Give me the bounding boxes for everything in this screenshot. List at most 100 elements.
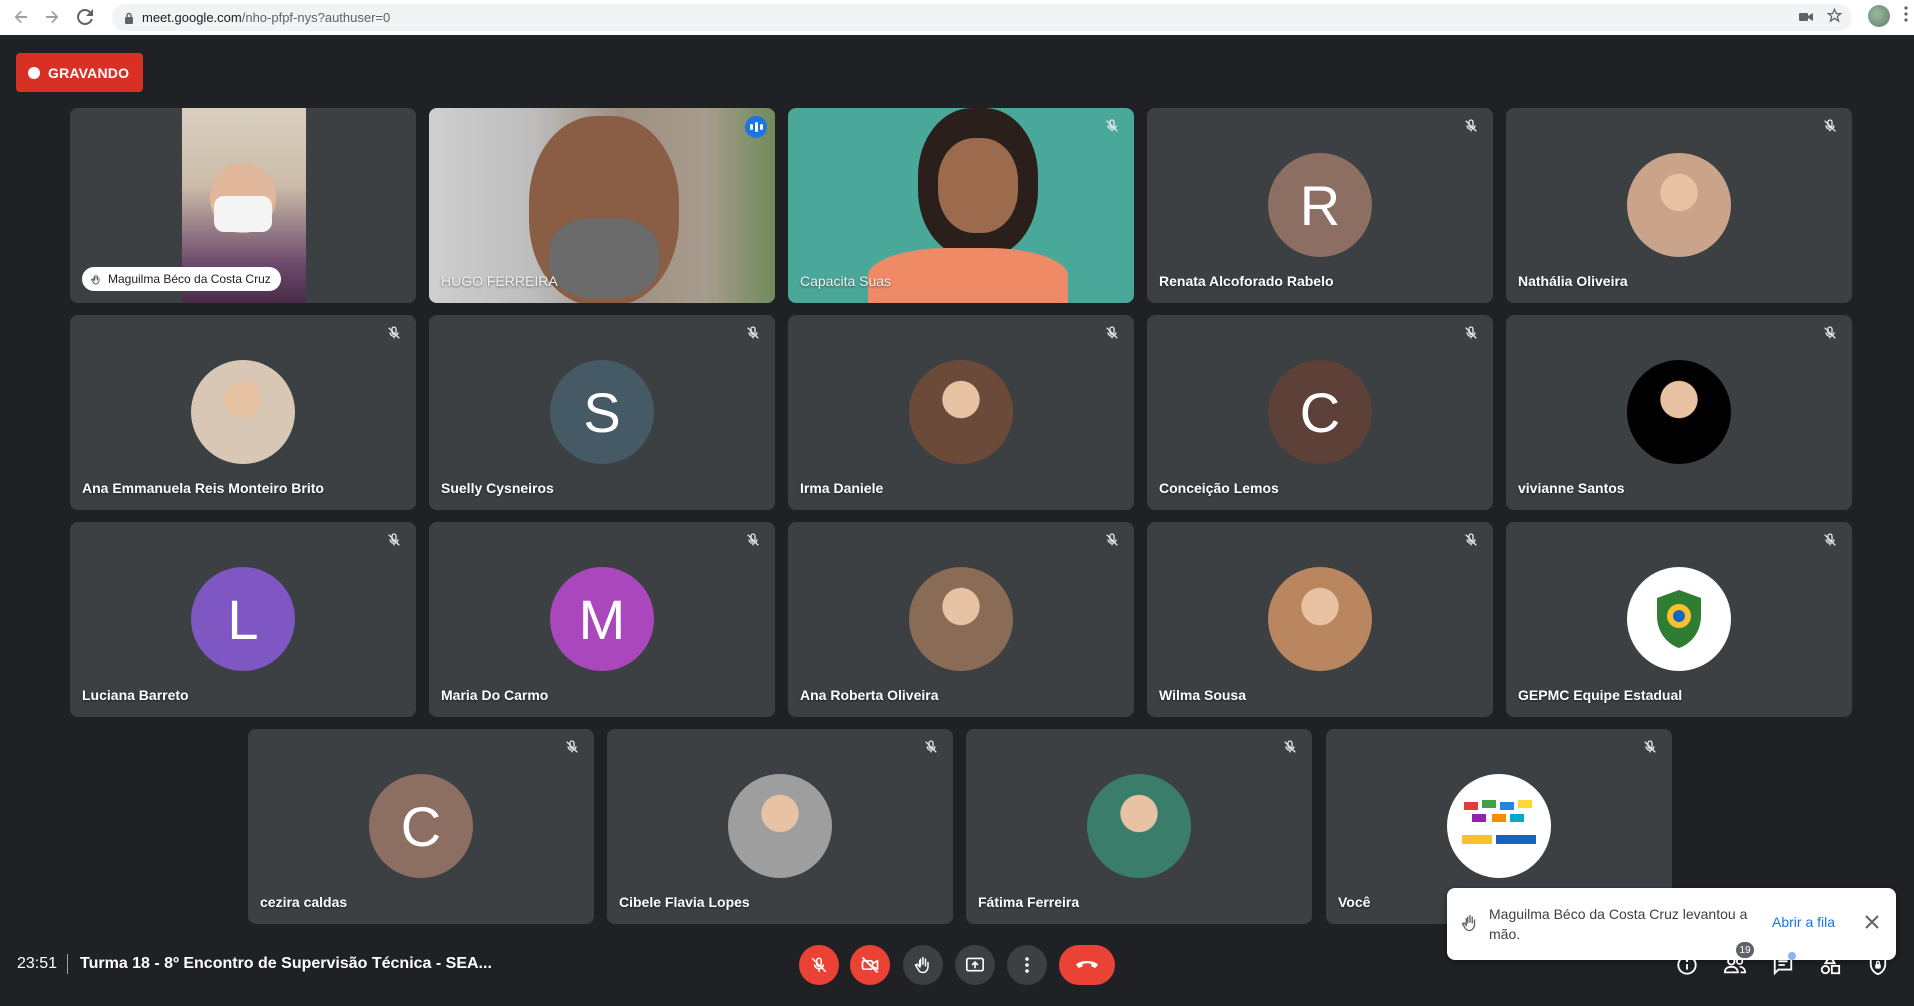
avatar: S [550,360,654,464]
participant-count-badge: 19 [1736,942,1754,958]
meeting-title: Turma 18 - 8º Encontro de Supervisão Téc… [80,955,492,972]
mic-off-icon [566,740,578,753]
participant-tile[interactable]: Ana Emmanuela Reis Monteiro Brito [70,315,416,510]
bottom-bar: 23:51 Turma 18 - 8º Encontro de Supervis… [0,930,1914,1006]
avatar-photo [1087,774,1191,878]
reload-button[interactable] [70,2,100,32]
star-icon[interactable] [1826,7,1843,28]
more-options-button[interactable] [1007,945,1047,985]
participant-tile[interactable]: Maguilma Béco da Costa Cruz [70,108,416,303]
participant-name: Ana Emmanuela Reis Monteiro Brito [82,480,324,496]
avatar-photo [1627,360,1731,464]
participant-name: Fátima Ferreira [978,894,1080,910]
participant-tile[interactable]: Irma Daniele [788,315,1134,510]
host-controls-button[interactable] [1863,950,1893,980]
participant-name: Renata Alcoforado Rabelo [1159,273,1334,289]
profile-avatar[interactable] [1868,5,1890,27]
participant-tile[interactable]: HUGO FERREIRA [429,108,775,303]
avatar-initial: S [583,380,621,444]
avatar-initial: M [578,587,626,651]
participant-tile[interactable]: L Luciana Barreto [70,522,416,717]
address-bar[interactable]: meet.google.com/nho-pfpf-nys?authuser=0 [112,4,1852,31]
participant-name: Irma Daniele [800,480,884,496]
avatar-initial: L [227,587,259,651]
arrow-left-icon [14,10,27,24]
recording-label: GRAVANDO [48,64,130,81]
participant-name: Capacita Suas [800,273,892,289]
raise-hand-button[interactable] [903,945,943,985]
participant-tile[interactable]: Ccezira caldas [248,729,594,924]
avatar: L [191,567,295,671]
participant-tile[interactable]: R Renata Alcoforado Rabelo [1147,108,1493,303]
participant-tile[interactable]: Ana Roberta Oliveira [788,522,1134,717]
mic-off-icon [1644,740,1656,753]
lock-icon [122,11,136,25]
participant-tile[interactable]: vivianne Santos [1506,315,1852,510]
avatar: R [1268,153,1372,257]
present-to-all-icon [966,957,984,972]
avatar: C [369,774,473,878]
url-text: meet.google.com/nho-pfpf-nys?authuser=0 [142,10,391,25]
camera-icon[interactable] [1799,9,1813,27]
mic-toggle-button[interactable] [799,945,839,985]
raised-hand-chip: Maguilma Béco da Costa Cruz [82,267,281,291]
activities-button[interactable] [1815,950,1845,980]
participant-tile[interactable]: Capacita Suas [788,108,1134,303]
participant-name: Cibele Flavia Lopes [619,894,750,910]
participant-name: Ana Roberta Oliveira [800,687,939,703]
participant-name: GEPMC Equipe Estadual [1518,687,1683,703]
participant-tile[interactable]: C Conceição Lemos [1147,315,1493,510]
participant-tile[interactable]: Fátima Ferreira [966,729,1312,924]
close-icon[interactable] [1862,912,1882,932]
mic-off-icon [1465,533,1477,546]
participant-name: Nathália Oliveira [1518,273,1628,289]
participant-tile[interactable]: S Suelly Cysneiros [429,315,775,510]
chat-button[interactable] [1768,950,1798,980]
participant-tile[interactable]: GEPMC Equipe Estadual [1506,522,1852,717]
mic-off-icon [925,740,937,753]
forward-button[interactable] [37,2,67,32]
call-end-icon [1076,961,1098,968]
clock-time: 23:51 [17,955,58,972]
mic-off-icon [1465,326,1477,339]
record-dot-icon [28,66,40,79]
participants-button[interactable]: 19 [1720,942,1754,980]
avatar: M [550,567,654,671]
unread-dot [1788,952,1796,960]
back-button[interactable] [6,2,36,32]
mic-off-icon [1465,119,1477,132]
participant-name: Conceição Lemos [1159,480,1279,496]
participant-name: vivianne Santos [1518,480,1625,496]
info-icon [1677,955,1697,975]
avatar-photo [1268,567,1372,671]
more-vert-icon[interactable] [1904,5,1908,27]
more-vert-icon [1025,957,1029,973]
people-icon [1723,957,1746,974]
avatar-photo [1627,153,1731,257]
mic-off-icon [811,957,827,973]
avatar-logo [1447,774,1551,878]
meeting-details-button[interactable] [1672,950,1702,980]
participant-tile[interactable]: Cibele Flavia Lopes [607,729,953,924]
mic-off-icon [1824,326,1836,339]
mic-off-icon [1284,740,1296,753]
videocam-off-icon [861,956,879,974]
mic-off-icon [747,533,759,546]
mic-off-icon [1106,533,1118,546]
participant-name: Suelly Cysneiros [441,480,554,496]
participant-name: Você [1338,894,1371,910]
mic-off-icon [1824,119,1836,132]
participant-tile[interactable]: Wilma Sousa [1147,522,1493,717]
participant-tile[interactable]: Nathália Oliveira [1506,108,1852,303]
avatar-initial: C [1299,380,1341,444]
avatar-photo [909,567,1013,671]
divider [67,954,68,974]
mic-off-icon [388,533,400,546]
participant-tile[interactable]: M Maria Do Carmo [429,522,775,717]
open-queue-link[interactable]: Abrir a fila [1772,914,1835,930]
browser-toolbar: meet.google.com/nho-pfpf-nys?authuser=0 [0,0,1914,35]
camera-toggle-button[interactable] [850,945,890,985]
present-screen-button[interactable] [955,945,995,985]
mic-off-icon [388,326,400,339]
leave-call-button[interactable] [1059,945,1115,985]
